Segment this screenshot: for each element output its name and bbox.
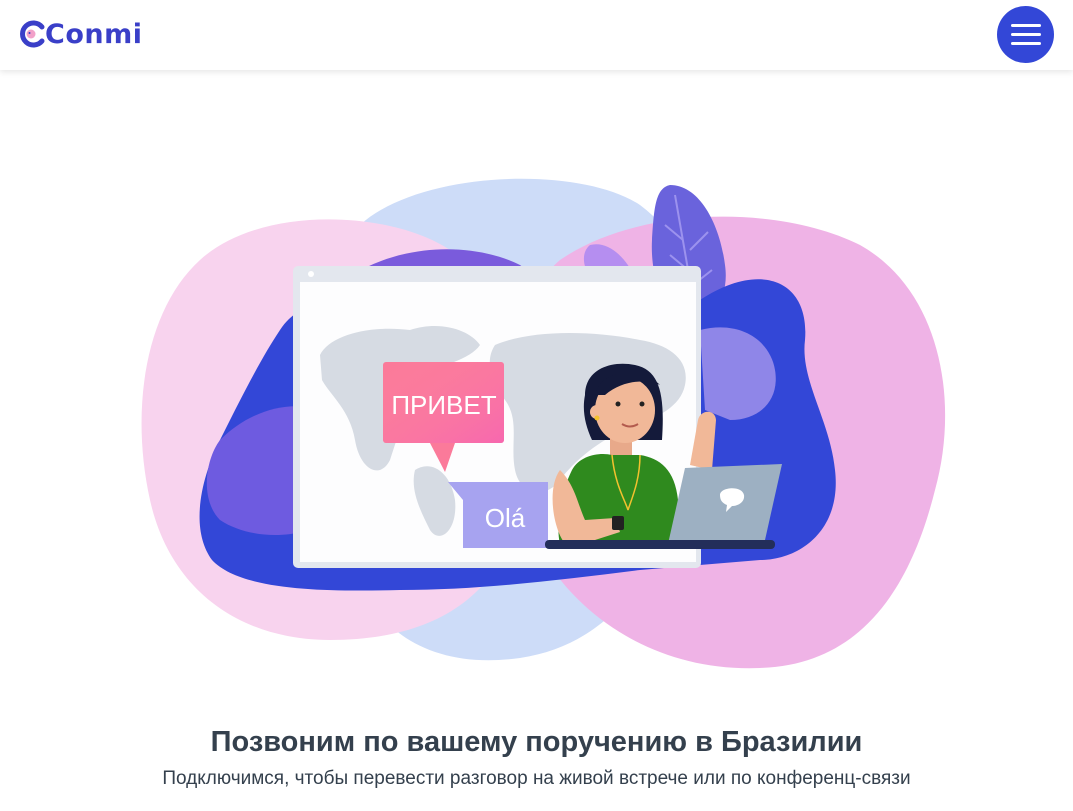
hamburger-menu-icon (1010, 24, 1041, 27)
site-header: Conmi (0, 0, 1073, 70)
conmi-logo-icon (20, 20, 45, 48)
bubble-pt-text: Olá (485, 503, 526, 533)
logo-text: Conmi (45, 18, 143, 50)
hero-illustration: ПРИВЕТ Olá (0, 70, 1073, 710)
menu-button[interactable] (997, 6, 1054, 63)
translator-illustration: ПРИВЕТ Olá (141, 178, 946, 669)
page-title: Позвоним по вашему поручению в Бразилии (210, 726, 863, 758)
page-subtitle: Подключимся, чтобы перевести разговор на… (162, 768, 911, 789)
bubble-ru-text: ПРИВЕТ (391, 390, 496, 420)
logo-link[interactable]: Conmi (18, 16, 142, 52)
